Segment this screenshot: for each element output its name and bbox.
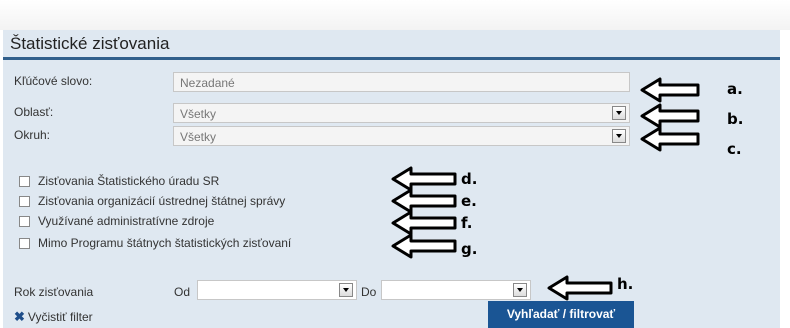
checkbox-susr[interactable] [19, 176, 30, 187]
year-from-select[interactable] [197, 280, 357, 300]
checkbox-central-orgs[interactable] [19, 196, 30, 207]
area-select[interactable]: Všetky [173, 103, 630, 123]
top-band [0, 0, 790, 30]
annotation-letter-a: a. [727, 80, 743, 98]
checkbox-label-susr: Zisťovania Štatistického úradu SR [38, 174, 220, 188]
clear-filter-link[interactable]: ✖ Vyčistiť filter [14, 309, 93, 325]
area-select-value: Všetky [180, 107, 217, 121]
checkbox-label-central-orgs: Zisťovania organizácií ústrednej štátnej… [38, 194, 286, 208]
chevron-down-icon[interactable] [513, 283, 527, 297]
scope-select-value: Všetky [180, 130, 217, 144]
scope-label: Okruh: [14, 128, 51, 142]
chevron-down-icon[interactable] [339, 283, 353, 297]
annotation-letter-d: d. [461, 170, 478, 188]
annotation-letter-e: e. [461, 192, 477, 210]
keyword-label: Kľúčové slovo: [14, 74, 93, 88]
title-divider [3, 57, 780, 60]
clear-filter-label: Vyčistiť filter [27, 310, 93, 324]
arrow-annotation-h [547, 275, 613, 301]
arrow-annotation-c [640, 126, 700, 152]
keyword-input[interactable]: Nezadané [173, 72, 630, 92]
x-icon: ✖ [14, 309, 25, 324]
checkbox-outside-program[interactable] [19, 238, 30, 249]
chevron-down-icon[interactable] [612, 106, 626, 120]
year-to-label: Do [361, 285, 377, 299]
arrow-annotation-g [391, 233, 457, 259]
annotation-letter-f: f. [461, 214, 473, 232]
checkbox-label-outside-program: Mimo Programu štátnych štatistických zis… [38, 236, 292, 250]
search-filter-button[interactable]: Vyhľadať / filtrovať [488, 301, 634, 328]
year-label: Rok zisťovania [14, 285, 94, 299]
annotation-letter-g: g. [461, 240, 478, 258]
checkbox-label-admin-sources: Využívané administratívne zdroje [38, 214, 215, 228]
chevron-down-icon[interactable] [612, 129, 626, 143]
annotation-letter-b: b. [727, 110, 744, 128]
annotation-letter-c: c. [727, 140, 742, 158]
annotation-letter-h: h. [617, 275, 634, 293]
scope-select[interactable]: Všetky [173, 126, 630, 146]
checkbox-admin-sources[interactable] [19, 216, 30, 227]
page-title: Štatistické zisťovania [10, 34, 170, 53]
year-from-label: Od [174, 285, 191, 299]
area-label: Oblasť: [14, 105, 54, 119]
year-to-select[interactable] [381, 280, 531, 300]
